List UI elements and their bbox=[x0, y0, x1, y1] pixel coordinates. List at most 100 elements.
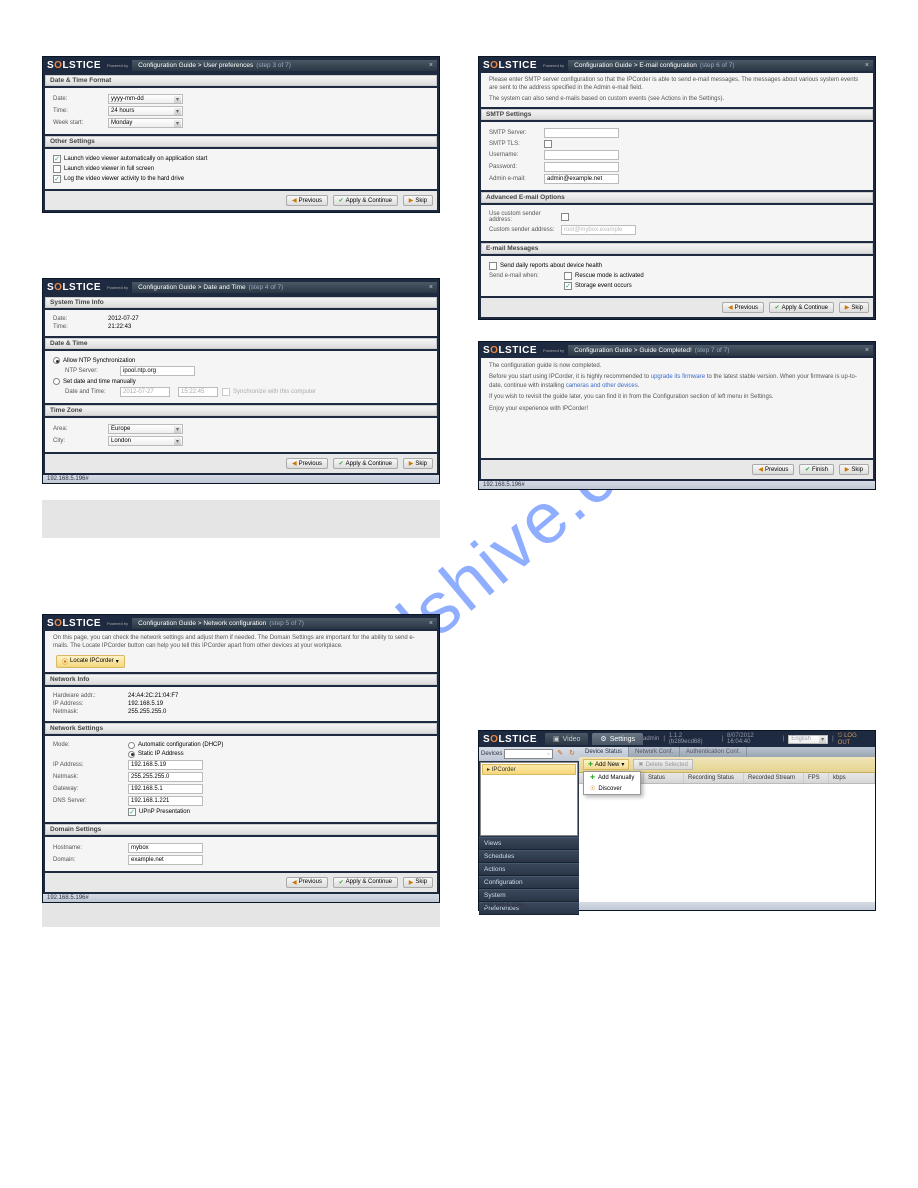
locate-button[interactable]: ⦿Locate IPCorder▾ bbox=[56, 655, 125, 668]
acc-configuration[interactable]: Configuration bbox=[479, 876, 579, 889]
apply-continue-button[interactable]: ✔Apply & Continue bbox=[769, 302, 834, 313]
select-city[interactable]: London bbox=[108, 436, 183, 446]
dialog-title: Configuration Guide > E-mail configurati… bbox=[574, 62, 697, 69]
previous-button[interactable]: ◀Previous bbox=[286, 458, 328, 469]
col-fps[interactable]: FPS bbox=[804, 773, 829, 783]
language-select[interactable]: English bbox=[788, 735, 828, 744]
previous-button[interactable]: ◀Previous bbox=[286, 877, 328, 888]
input-netmask[interactable]: 255.255.255.0 bbox=[128, 772, 203, 782]
close-icon[interactable]: × bbox=[865, 347, 869, 354]
label-date: Date: bbox=[53, 96, 108, 102]
check-smtp-tls[interactable] bbox=[544, 140, 552, 148]
status-bar: 192.168.5.196# bbox=[43, 894, 439, 902]
search-icon: ☉ bbox=[590, 785, 595, 792]
menu-add-manually[interactable]: ✚Add Manually bbox=[584, 772, 640, 783]
col-recorded-stream[interactable]: Recorded Stream bbox=[744, 773, 804, 783]
skip-button[interactable]: ▶Skip bbox=[839, 464, 869, 475]
delete-icon: ✖ bbox=[638, 761, 643, 768]
input-ntp-server[interactable]: ipool.ntp.org bbox=[120, 366, 195, 376]
input-dns[interactable]: 192.168.1.221 bbox=[128, 796, 203, 806]
previous-button[interactable]: ◀Previous bbox=[286, 195, 328, 206]
dialog-network: SOLSTICE Powered by Configuration Guide … bbox=[42, 614, 440, 903]
select-time-format[interactable]: 24 hours bbox=[108, 106, 183, 116]
check-upnp[interactable]: ✓ bbox=[128, 808, 136, 816]
skip-button[interactable]: ▶Skip bbox=[839, 302, 869, 313]
input-gateway[interactable]: 192.168.5.1 bbox=[128, 784, 203, 794]
delete-selected-button[interactable]: ✖Delete Selected bbox=[633, 759, 692, 770]
radio-manual[interactable] bbox=[53, 378, 60, 385]
check-log-activity[interactable]: ✓ bbox=[53, 175, 61, 183]
skip-button[interactable]: ▶Skip bbox=[403, 195, 433, 206]
label-date: Date: bbox=[53, 316, 108, 322]
input-username[interactable] bbox=[544, 150, 619, 160]
skip-button[interactable]: ▶Skip bbox=[403, 458, 433, 469]
radio-ntp[interactable] bbox=[53, 357, 60, 364]
powered-by: Powered by bbox=[105, 63, 130, 68]
section-advanced-email: Advanced E-mail Options bbox=[481, 192, 873, 203]
input-ip[interactable]: 192.168.5.19 bbox=[128, 760, 203, 770]
tab-settings[interactable]: ⚙Settings bbox=[592, 733, 643, 745]
radio-dhcp[interactable] bbox=[128, 742, 135, 749]
label-ip: IP Address: bbox=[53, 701, 128, 707]
value-ip: 192.168.5.19 bbox=[128, 701, 163, 707]
col-status[interactable]: Status bbox=[644, 773, 684, 783]
devices-select[interactable]: ▾ bbox=[504, 749, 553, 759]
subtab-device-status[interactable]: Device Status bbox=[579, 747, 629, 757]
apply-continue-button[interactable]: ✔Apply & Continue bbox=[333, 877, 398, 888]
close-icon[interactable]: × bbox=[429, 620, 433, 627]
select-area[interactable]: Europe bbox=[108, 424, 183, 434]
input-date-manual: 2012-07-27 bbox=[120, 387, 170, 397]
input-hostname[interactable]: mybox bbox=[128, 843, 203, 853]
check-rescue-mode[interactable] bbox=[564, 272, 572, 280]
label-send-when: Send e-mail when: bbox=[489, 273, 564, 279]
select-week-start[interactable]: Monday bbox=[108, 118, 183, 128]
dialog-title: Configuration Guide > User preferences bbox=[138, 62, 253, 69]
subtab-network-conf[interactable]: Network Conf. bbox=[629, 747, 680, 757]
previous-button[interactable]: ◀Previous bbox=[752, 464, 794, 475]
add-new-menu: ✚Add Manually ☉Discover bbox=[583, 771, 641, 795]
input-admin-email[interactable]: admin@example.net bbox=[544, 174, 619, 184]
link-cameras[interactable]: cameras and other devices bbox=[566, 383, 638, 389]
acc-schedules[interactable]: Schedules bbox=[479, 850, 579, 863]
check-fullscreen[interactable] bbox=[53, 165, 61, 173]
section-smtp: SMTP Settings bbox=[481, 109, 873, 120]
input-smtp-server[interactable] bbox=[544, 128, 619, 138]
select-date-format[interactable]: yyyy-mm-dd bbox=[108, 94, 183, 104]
close-icon[interactable]: × bbox=[865, 62, 869, 69]
tree-root-item[interactable]: ▸ IPCorder bbox=[482, 764, 576, 775]
acc-views[interactable]: Views bbox=[479, 837, 579, 850]
label-mode: Mode: bbox=[53, 742, 128, 748]
menu-discover[interactable]: ☉Discover bbox=[584, 783, 640, 794]
col-kbps[interactable]: kbps bbox=[829, 773, 875, 783]
input-password[interactable] bbox=[544, 162, 619, 172]
check-launch-auto[interactable]: ✓ bbox=[53, 155, 61, 163]
section-network-settings: Network Settings bbox=[45, 723, 437, 734]
close-icon[interactable]: × bbox=[429, 284, 433, 291]
check-storage-event[interactable]: ✓ bbox=[564, 282, 572, 290]
dialog-email: SOLSTICE Powered by Configuration Guide … bbox=[478, 56, 876, 320]
close-icon[interactable]: × bbox=[429, 62, 433, 69]
check-custom-sender[interactable] bbox=[561, 213, 569, 221]
check-daily-reports[interactable] bbox=[489, 262, 497, 270]
radio-static[interactable] bbox=[128, 751, 135, 758]
label-ntp: Allow NTP Synchronization bbox=[63, 358, 135, 364]
col-recording-status[interactable]: Recording Status bbox=[684, 773, 744, 783]
apply-continue-button[interactable]: ✔Apply & Continue bbox=[333, 458, 398, 469]
input-domain[interactable]: example.net bbox=[128, 855, 203, 865]
refresh-icon[interactable]: ↻ bbox=[567, 749, 577, 759]
add-new-button[interactable]: ✚Add New▾ bbox=[583, 759, 629, 770]
acc-system[interactable]: System bbox=[479, 889, 579, 902]
apply-continue-button[interactable]: ✔Apply & Continue bbox=[333, 195, 398, 206]
finish-button[interactable]: ✔Finish bbox=[799, 464, 834, 475]
powered-by: Powered by bbox=[105, 621, 130, 626]
edit-icon[interactable]: ✎ bbox=[555, 749, 565, 759]
tab-video[interactable]: ▣Video bbox=[545, 733, 588, 745]
gear-icon: ⚙ bbox=[600, 735, 606, 743]
logout-link[interactable]: ⎋ LOG OUT bbox=[838, 733, 871, 746]
link-upgrade-firmware[interactable]: upgrade its firmware bbox=[651, 374, 705, 380]
subtab-auth-conf[interactable]: Authentication Conf. bbox=[680, 747, 747, 757]
acc-actions[interactable]: Actions bbox=[479, 863, 579, 876]
skip-button[interactable]: ▶Skip bbox=[403, 877, 433, 888]
complete-line1: The configuration guide is now completed… bbox=[489, 362, 865, 370]
previous-button[interactable]: ◀Previous bbox=[722, 302, 764, 313]
